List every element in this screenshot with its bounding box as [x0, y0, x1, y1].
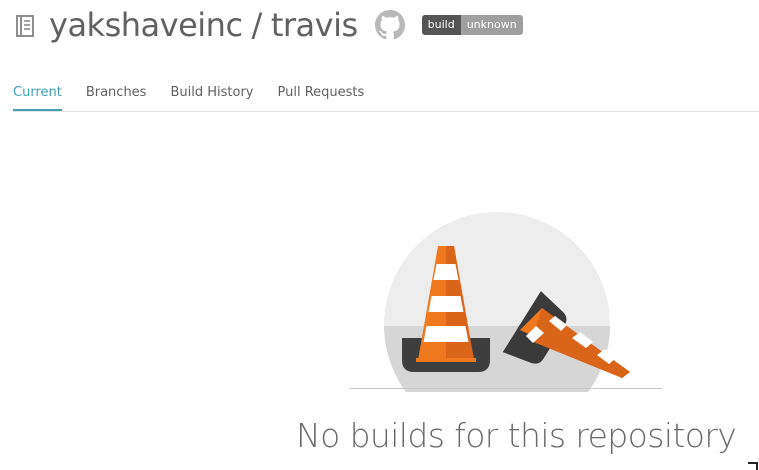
- badge-status: unknown: [460, 15, 523, 35]
- repo-header: yakshaveinc / travis build unknown: [13, 0, 523, 50]
- badge-label: build: [421, 15, 461, 35]
- repo-separator: /: [251, 6, 263, 44]
- repo-tabs: Current Branches Build History Pull Requ…: [13, 80, 759, 112]
- tab-pull-requests[interactable]: Pull Requests: [277, 80, 364, 109]
- empty-state-message: No builds for this repository: [296, 416, 737, 455]
- repo-owner-link[interactable]: yakshaveinc: [49, 6, 243, 44]
- repo-name-link[interactable]: travis: [271, 6, 358, 44]
- page-title: yakshaveinc / travis: [49, 6, 358, 44]
- repo-book-icon: [13, 12, 37, 40]
- resize-handle-icon[interactable]: [748, 460, 759, 470]
- tab-branches[interactable]: Branches: [86, 80, 147, 109]
- tab-current[interactable]: Current: [13, 80, 62, 111]
- tab-build-history[interactable]: Build History: [170, 80, 253, 109]
- traffic-cones-icon: [350, 210, 662, 438]
- github-icon[interactable]: [374, 9, 406, 41]
- build-status-badge[interactable]: build unknown: [421, 15, 523, 35]
